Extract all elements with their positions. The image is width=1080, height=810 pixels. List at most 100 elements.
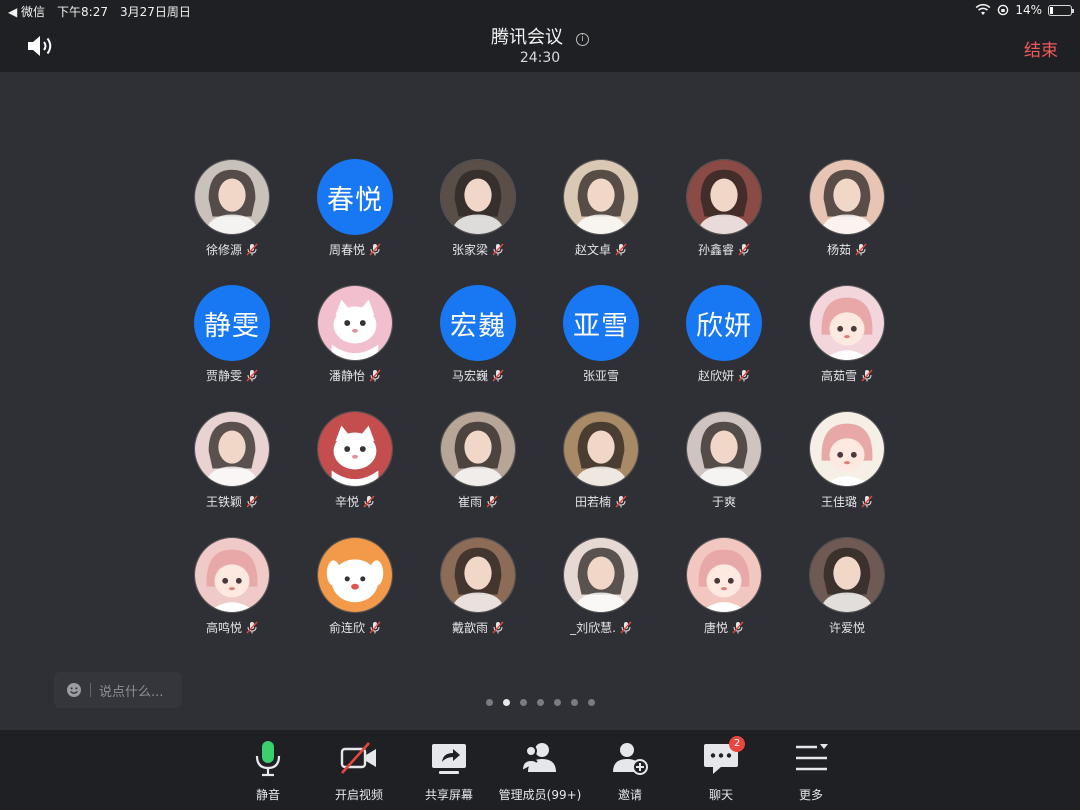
photo-portrait-icon bbox=[440, 411, 516, 487]
participant-tile[interactable]: 赵文卓 bbox=[563, 159, 639, 257]
participant-name: 高茹雪 bbox=[820, 368, 857, 383]
meeting-timer: 24:30 bbox=[519, 50, 561, 66]
participant-avatar-text: 宏巍 bbox=[440, 285, 516, 361]
bottom-toolbar: 静音 开启视频 共享屏幕 管理成员(99+) 邀请 2 聊天 更多 bbox=[0, 730, 1080, 810]
participant-grid: 徐修源 春悦 周春悦 张家梁 赵文卓 孙鑫睿 杨茹 静雯 贾静雯 潘静怡 宏巍 马宏巍 亚雪 张亚雪 欣妍赵… bbox=[194, 159, 885, 635]
mute-button[interactable]: 静音 bbox=[220, 738, 316, 803]
page-dot[interactable] bbox=[588, 699, 595, 706]
participant-name: 周春悦 bbox=[328, 242, 365, 257]
participant-name: 许爱悦 bbox=[828, 620, 865, 635]
participant-name-row: 许爱悦 bbox=[829, 619, 865, 635]
meeting-title-block: 腾讯会议 i 24:30 bbox=[0, 23, 1080, 66]
photo-portrait-icon bbox=[563, 411, 639, 487]
participant-tile[interactable]: 潘静怡 bbox=[317, 285, 393, 383]
more-menu-icon bbox=[796, 744, 828, 771]
participant-name-row: 潘静怡 bbox=[329, 367, 381, 383]
chat-unread-badge: 2 bbox=[729, 736, 745, 752]
status-time: 下午8:27 bbox=[57, 5, 108, 19]
participant-tile[interactable]: 高茹雪 bbox=[809, 285, 885, 383]
participant-tile[interactable]: 欣妍 赵欣妍 bbox=[686, 285, 762, 383]
participant-tile[interactable]: 高鸣悦 bbox=[194, 537, 270, 635]
orientation-lock-icon bbox=[998, 4, 1009, 16]
page-dot[interactable] bbox=[554, 699, 561, 706]
participant-tile[interactable]: 杨茹 bbox=[809, 159, 885, 257]
participant-tile[interactable]: 王佳璐 bbox=[809, 411, 885, 509]
start-video-button[interactable]: 开启视频 bbox=[311, 738, 407, 803]
participant-tile[interactable]: 王铁颖 bbox=[194, 411, 270, 509]
manage-members-button[interactable]: 管理成员(99+) bbox=[492, 738, 588, 803]
participant-name-row: 辛悦 bbox=[335, 493, 375, 509]
participant-name: 田若楠 bbox=[574, 494, 611, 509]
participant-name-row: 崔雨 bbox=[458, 493, 498, 509]
participant-tile[interactable]: 于爽 bbox=[686, 411, 762, 509]
invite-button[interactable]: 邀请 bbox=[582, 738, 678, 803]
mic-muted-icon bbox=[861, 369, 873, 382]
mic-muted-icon bbox=[861, 495, 873, 508]
mic-muted-icon bbox=[246, 495, 258, 508]
participant-name: _刘欣慧. bbox=[570, 620, 616, 635]
page-dot[interactable] bbox=[486, 699, 493, 706]
mic-muted-icon bbox=[615, 243, 627, 256]
info-icon[interactable]: i bbox=[576, 33, 590, 46]
participant-avatar-text: 欣妍 bbox=[686, 285, 762, 361]
participant-name: 于爽 bbox=[711, 494, 736, 509]
participant-avatar-text: 春悦 bbox=[317, 159, 393, 235]
participant-tile[interactable]: 辛悦 bbox=[317, 411, 393, 509]
cartoon-girl-icon bbox=[194, 537, 270, 613]
participant-name-row: 田若楠 bbox=[575, 493, 627, 509]
share-label: 共享屏幕 bbox=[424, 788, 473, 802]
emoji-icon[interactable] bbox=[66, 682, 82, 698]
meeting-header: 腾讯会议 i 24:30 结束 bbox=[0, 22, 1080, 72]
status-bar: ◀ 微信 下午8:27 3月27日周日 14% bbox=[0, 0, 1080, 22]
participant-tile[interactable]: 唐悦 bbox=[686, 537, 762, 635]
participant-tile[interactable]: 宏巍马宏巍 bbox=[440, 285, 516, 383]
participant-tile[interactable]: _刘欣慧. bbox=[563, 537, 639, 635]
participant-name: 徐修源 bbox=[205, 242, 242, 257]
participant-tile[interactable]: 许爱悦 bbox=[809, 537, 885, 635]
participant-tile[interactable]: 静雯 贾静雯 bbox=[194, 285, 270, 383]
photo-portrait-icon bbox=[686, 411, 762, 487]
share-screen-button[interactable]: 共享屏幕 bbox=[401, 738, 497, 803]
participant-tile[interactable]: 张家梁 bbox=[440, 159, 516, 257]
cartoon-girl-icon bbox=[809, 285, 885, 361]
battery-level bbox=[1050, 6, 1053, 14]
participant-tile[interactable]: 田若楠 bbox=[563, 411, 639, 509]
participant-name: 戴歆雨 bbox=[451, 620, 488, 635]
page-dot[interactable] bbox=[520, 699, 527, 706]
participant-tile[interactable]: 戴歆雨 bbox=[440, 537, 516, 635]
participant-tile[interactable]: 亚雪 张亚雪 bbox=[563, 285, 639, 383]
cartoon-dog-icon bbox=[317, 537, 393, 613]
participant-tile[interactable]: 俞连欣 bbox=[317, 537, 393, 635]
photo-portrait-icon bbox=[686, 159, 762, 235]
mic-muted-icon bbox=[246, 243, 258, 256]
participant-tile[interactable]: 崔雨 bbox=[440, 411, 516, 509]
participant-name: 赵文卓 bbox=[574, 242, 611, 257]
status-date: 3月27日周日 bbox=[120, 5, 191, 19]
chat-input[interactable]: 说点什么... bbox=[54, 672, 182, 708]
more-button[interactable]: 更多 bbox=[763, 738, 859, 803]
video-off-icon bbox=[340, 742, 376, 774]
photo-portrait-icon bbox=[809, 159, 885, 235]
back-to-app-link[interactable]: ◀ 微信 bbox=[8, 3, 45, 20]
participant-name-row: _刘欣慧. bbox=[570, 619, 632, 635]
page-dot[interactable] bbox=[571, 699, 578, 706]
chat-button[interactable]: 2 聊天 bbox=[673, 736, 769, 803]
participant-tile[interactable]: 孙鑫睿 bbox=[686, 159, 762, 257]
photo-portrait-icon bbox=[440, 159, 516, 235]
page-dot[interactable] bbox=[503, 699, 510, 706]
participant-name-row: 俞连欣 bbox=[329, 619, 381, 635]
page-dot[interactable] bbox=[537, 699, 544, 706]
chat-label: 聊天 bbox=[708, 788, 733, 802]
participant-tile[interactable]: 春悦周春悦 bbox=[317, 159, 393, 257]
mic-muted-icon bbox=[246, 621, 258, 634]
participant-tile[interactable]: 徐修源 bbox=[194, 159, 270, 257]
photo-portrait-icon bbox=[563, 537, 639, 613]
participant-name: 马宏巍 bbox=[451, 368, 488, 383]
battery-percent: 14% bbox=[1015, 3, 1042, 17]
participant-name: 杨茹 bbox=[826, 242, 851, 257]
participant-name-row: 孙鑫睿 bbox=[698, 241, 750, 257]
participant-name-row: 赵欣妍 bbox=[698, 367, 750, 383]
end-meeting-button[interactable]: 结束 bbox=[1024, 36, 1058, 61]
cartoon-cat-icon bbox=[317, 285, 393, 361]
mic-muted-icon bbox=[369, 243, 381, 256]
